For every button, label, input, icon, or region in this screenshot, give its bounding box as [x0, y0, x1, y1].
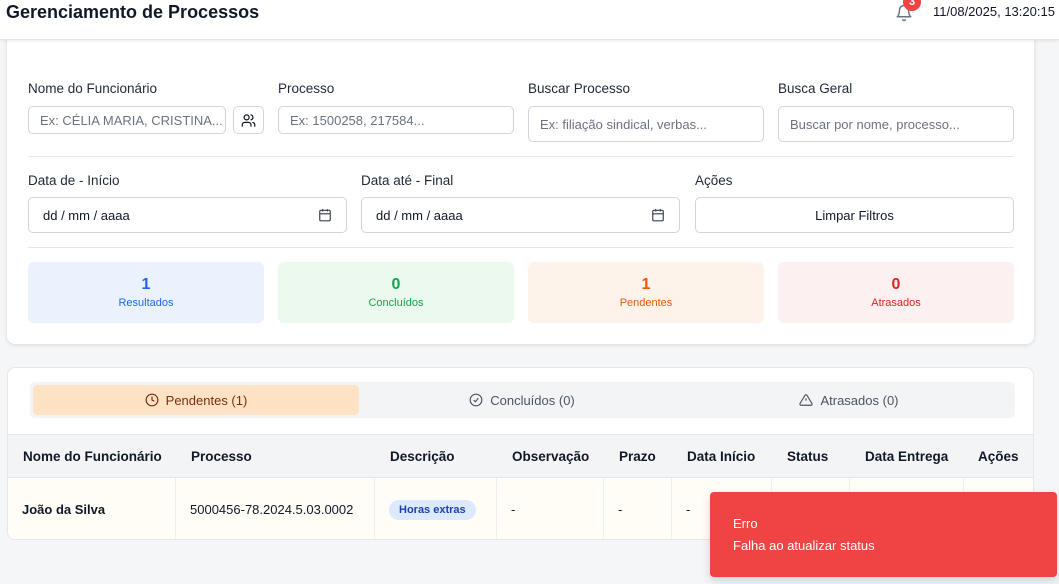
cell-observacao: -: [497, 478, 604, 539]
divider: [28, 156, 1014, 157]
stat-concluidos-value: 0: [391, 276, 401, 293]
description-badge: Horas extras: [389, 499, 476, 520]
column-header: Observação: [512, 449, 590, 464]
stat-resultados-value: 1: [141, 276, 151, 293]
tab-label: Pendentes (1): [165, 392, 248, 408]
top-bar: Gerenciamento de Processos 3 11/08/2025,…: [0, 0, 1059, 40]
tab-label: Concluídos (0): [490, 392, 575, 408]
busca-geral-label: Busca Geral: [778, 81, 853, 96]
stat-pendentes: 1 Pendentes: [528, 262, 764, 323]
users-icon: [241, 113, 256, 128]
column-header: Data Entrega: [865, 449, 949, 464]
cell-prazo: -: [604, 478, 672, 539]
buscar-processo-input[interactable]: Ex: filiação sindical, verbas...: [528, 106, 764, 142]
clear-filters-button[interactable]: Limpar Filtros: [695, 197, 1014, 233]
current-datetime: 11/08/2025, 13:20:15: [933, 4, 1055, 19]
data-final-label: Data até - Final: [361, 173, 454, 188]
stat-resultados-label: Resultados: [118, 297, 174, 309]
stat-atrasados-label: Atrasados: [871, 297, 921, 309]
buscar-processo-label: Buscar Processo: [528, 81, 631, 96]
tab-concluidos[interactable]: Concluídos (0): [359, 385, 685, 415]
busca-geral-input[interactable]: Buscar por nome, processo...: [778, 106, 1014, 142]
check-circle-icon: [469, 393, 483, 407]
cell-descricao: Horas extras: [375, 478, 497, 539]
column-header: Prazo: [619, 449, 656, 464]
stat-concluidos: 0 Concluídos: [278, 262, 514, 323]
data-inicio-label: Data de - Início: [28, 173, 120, 188]
error-toast[interactable]: Erro Falha ao atualizar status: [710, 492, 1057, 577]
processo-label: Processo: [278, 81, 335, 96]
data-final-input[interactable]: dd / mm / aaaa: [361, 197, 680, 233]
column-header: Status: [787, 449, 829, 464]
calendar-icon[interactable]: [651, 208, 665, 222]
tab-label: Atrasados (0): [820, 392, 899, 408]
data-inicio-value: dd / mm / aaaa: [43, 207, 130, 223]
funcionario-input[interactable]: Ex: CÉLIA MARIA, CRISTINA...: [28, 106, 226, 134]
column-header: Ações: [978, 449, 1019, 464]
table-header: Nome do Funcionário Processo Descrição O…: [8, 434, 1033, 478]
data-inicio-input[interactable]: dd / mm / aaaa: [28, 197, 347, 233]
toast-title: Erro: [733, 516, 758, 531]
clock-icon: [145, 393, 159, 407]
tab-atrasados[interactable]: Atrasados (0): [686, 385, 1012, 415]
divider: [28, 247, 1014, 248]
column-header: Processo: [191, 449, 252, 464]
tab-pendentes[interactable]: Pendentes (1): [33, 385, 359, 415]
calendar-icon[interactable]: [318, 208, 332, 222]
data-final-value: dd / mm / aaaa: [376, 207, 463, 223]
stat-concluidos-label: Concluídos: [368, 297, 424, 309]
funcionario-label: Nome do Funcionário: [28, 81, 158, 96]
column-header: Data Início: [687, 449, 756, 464]
page-title: Gerenciamento de Processos: [6, 2, 260, 22]
warning-icon: [799, 393, 814, 407]
stat-pendentes-value: 1: [641, 276, 651, 293]
stat-resultados: 1 Resultados: [28, 262, 264, 323]
processo-input[interactable]: Ex: 1500258, 217584...: [278, 106, 514, 134]
stat-pendentes-label: Pendentes: [619, 297, 673, 309]
filters-card: Nome do Funcionário Ex: CÉLIA MARIA, CRI…: [7, 28, 1034, 344]
column-header: Descrição: [390, 449, 455, 464]
toast-message: Falha ao atualizar status: [733, 538, 875, 553]
status-tabs: Pendentes (1) Concluídos (0) Atrasados (…: [30, 382, 1015, 418]
acoes-label: Ações: [695, 173, 733, 188]
column-header: Nome do Funcionário: [23, 449, 162, 464]
cell-funcionario: João da Silva: [8, 478, 176, 539]
select-employees-button[interactable]: [233, 106, 264, 134]
cell-processo: 5000456-78.2024.5.03.0002: [176, 478, 375, 539]
stat-atrasados: 0 Atrasados: [778, 262, 1014, 323]
stat-atrasados-value: 0: [891, 276, 901, 293]
